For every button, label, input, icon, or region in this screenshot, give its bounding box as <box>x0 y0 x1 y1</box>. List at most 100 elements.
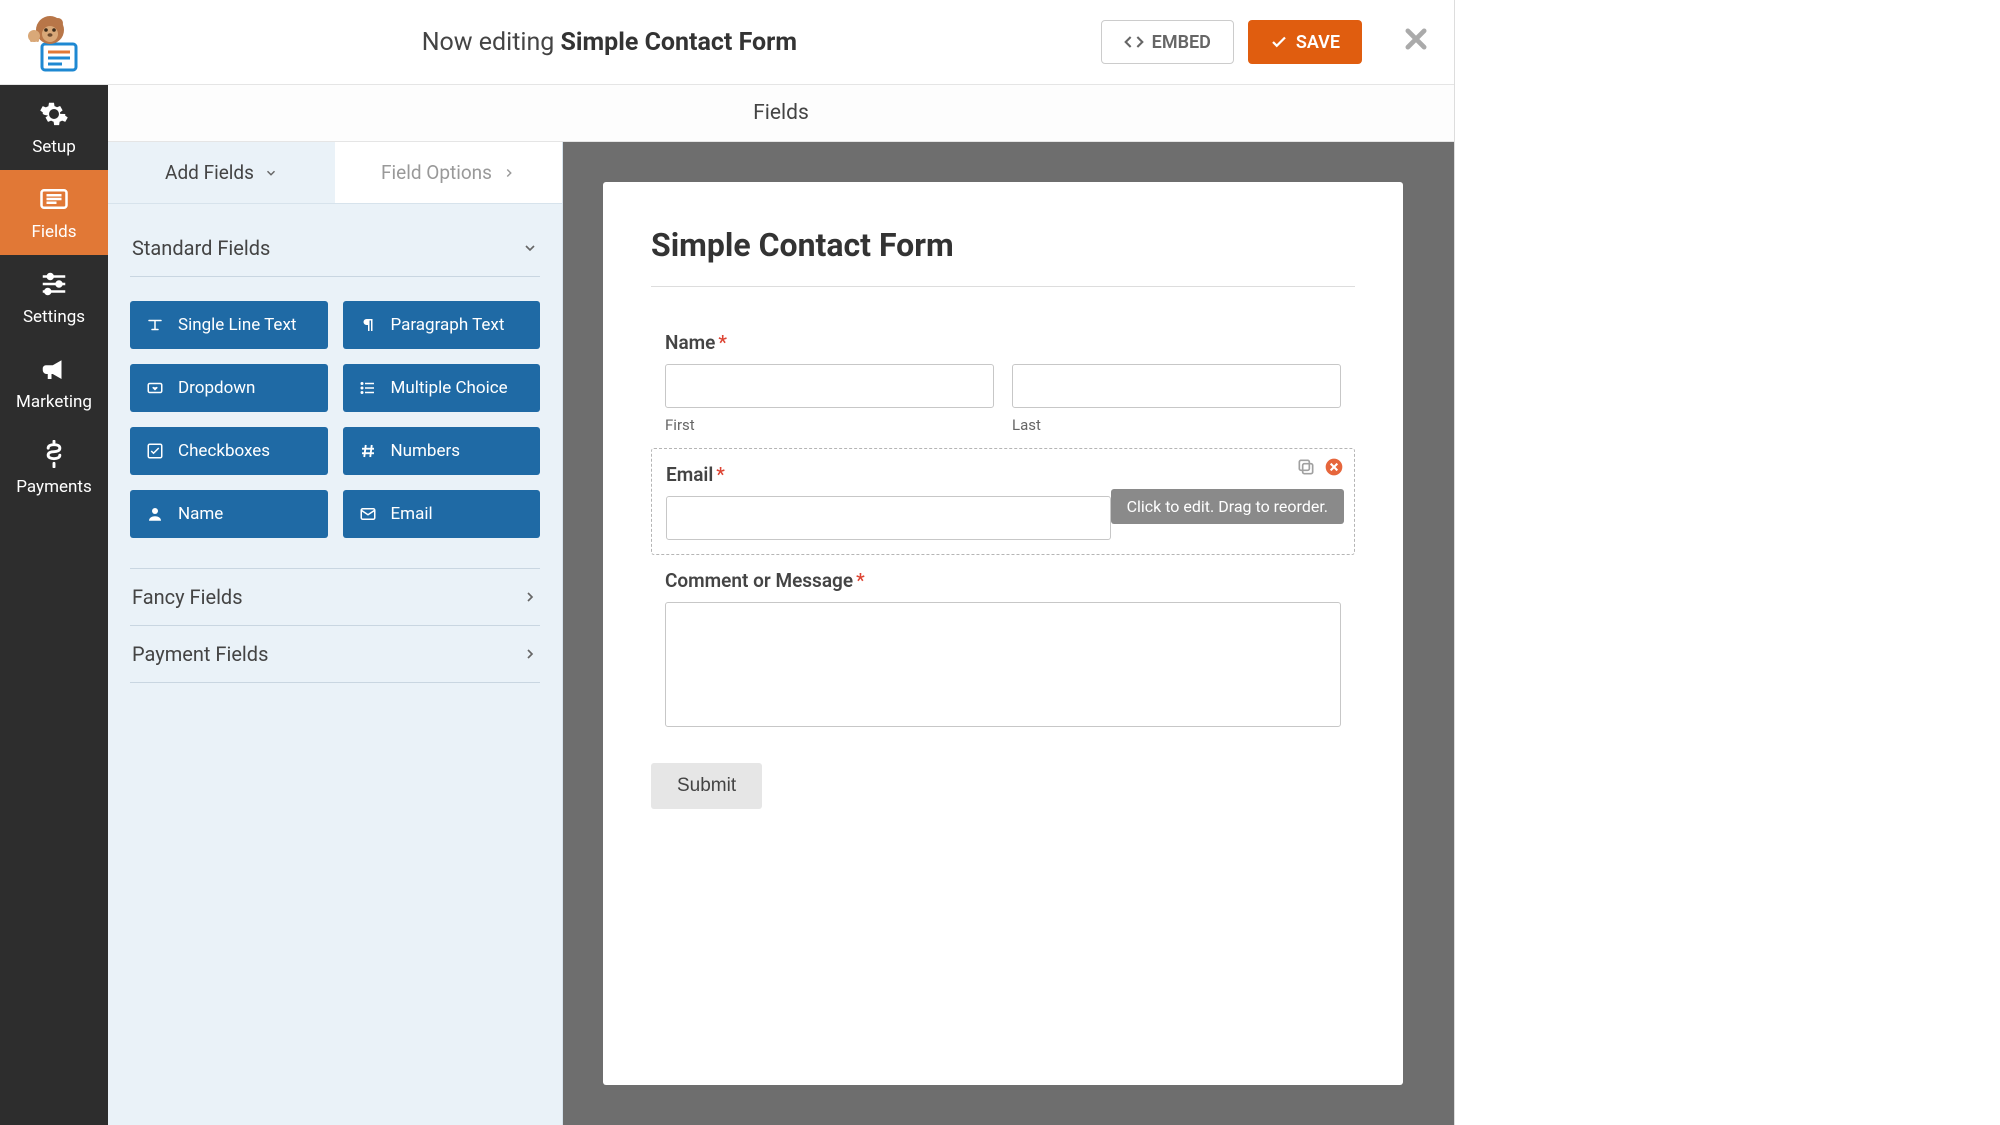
nav-label: Marketing <box>16 392 92 412</box>
last-name-input[interactable] <box>1012 364 1341 408</box>
field-label: Comment or Message* <box>665 569 1341 592</box>
dollar-icon <box>39 439 69 469</box>
sidebar-nav: Setup Fields Settings Marketing Payments <box>0 0 108 1125</box>
field-label: Multiple Choice <box>391 378 508 398</box>
wpforms-logo-icon <box>22 10 86 74</box>
nav-label: Payments <box>16 477 91 497</box>
field-label: Name <box>178 504 223 524</box>
text-icon <box>146 316 164 334</box>
field-paragraph-text[interactable]: Paragraph Text <box>343 301 541 349</box>
app-logo[interactable] <box>0 0 108 85</box>
delete-icon <box>1324 457 1344 477</box>
user-icon <box>146 505 164 523</box>
required-asterisk: * <box>856 569 865 592</box>
editing-prefix: Now editing <box>422 28 561 57</box>
check-icon <box>1270 33 1288 51</box>
required-asterisk: * <box>716 463 725 486</box>
delete-field-button[interactable] <box>1324 457 1344 481</box>
workspace: Add Fields Field Options Standard Fields <box>108 142 1454 1125</box>
nav-setup[interactable]: Setup <box>0 85 108 170</box>
nav-label: Settings <box>23 307 85 327</box>
nav-marketing[interactable]: Marketing <box>0 340 108 425</box>
field-email[interactable]: Email <box>343 490 541 538</box>
required-asterisk: * <box>718 331 727 354</box>
field-multiple-choice[interactable]: Multiple Choice <box>343 364 541 412</box>
field-label: Checkboxes <box>178 441 270 461</box>
nav-settings[interactable]: Settings <box>0 255 108 340</box>
form-canvas[interactable]: Simple Contact Form Name* First <box>563 142 1454 1125</box>
section-fancy-fields[interactable]: Fancy Fields <box>130 569 540 626</box>
chevron-right-icon <box>522 589 538 605</box>
sliders-icon <box>39 269 69 299</box>
chevron-right-icon <box>522 646 538 662</box>
field-checkboxes[interactable]: Checkboxes <box>130 427 328 475</box>
field-label: Email* <box>666 463 1340 486</box>
panel-tabs: Add Fields Field Options <box>108 142 562 204</box>
form-field-name[interactable]: Name* First Last <box>651 317 1355 448</box>
tab-add-fields[interactable]: Add Fields <box>108 142 335 203</box>
field-label: Dropdown <box>178 378 255 398</box>
email-input[interactable] <box>666 496 1111 540</box>
field-label: Numbers <box>391 441 461 461</box>
comment-textarea[interactable] <box>665 602 1341 727</box>
form-icon <box>39 184 69 214</box>
divider <box>651 286 1355 287</box>
save-button[interactable]: SAVE <box>1248 20 1362 64</box>
editing-form-name: Simple Contact Form <box>561 28 797 57</box>
form-preview: Simple Contact Form Name* First <box>603 182 1403 1085</box>
chevron-down-icon <box>522 240 538 256</box>
fields-panel: Add Fields Field Options Standard Fields <box>108 142 563 1125</box>
chevron-down-icon <box>264 166 278 180</box>
field-name[interactable]: Name <box>130 490 328 538</box>
section-standard-fields[interactable]: Standard Fields <box>130 230 540 277</box>
field-label: Single Line Text <box>178 315 296 335</box>
section-label: Standard Fields <box>132 236 270 260</box>
field-tools <box>1296 457 1344 481</box>
sublabel-first: First <box>665 416 994 434</box>
envelope-icon <box>359 505 377 523</box>
paragraph-icon <box>359 316 377 334</box>
section-payment-fields[interactable]: Payment Fields <box>130 626 540 683</box>
embed-button[interactable]: EMBED <box>1101 20 1234 64</box>
sublabel-last: Last <box>1012 416 1341 434</box>
field-dropdown[interactable]: Dropdown <box>130 364 328 412</box>
label-text: Email <box>666 463 713 486</box>
copy-icon <box>1296 457 1316 477</box>
nav-label: Fields <box>31 222 76 242</box>
tab-label: Add Fields <box>165 161 254 184</box>
label-text: Comment or Message <box>665 569 853 592</box>
section-title-bar: Fields <box>108 85 1454 142</box>
form-title[interactable]: Simple Contact Form <box>651 226 1355 264</box>
field-label: Name* <box>665 331 1341 354</box>
submit-button[interactable]: Submit <box>651 763 762 809</box>
nav-fields[interactable]: Fields <box>0 170 108 255</box>
field-label: Email <box>391 504 433 524</box>
right-whitespace <box>1455 0 2000 1125</box>
editing-title: Now editing Simple Contact Form <box>132 28 1087 57</box>
field-tooltip: Click to edit. Drag to reorder. <box>1111 489 1344 524</box>
section-label: Payment Fields <box>132 642 268 666</box>
section-title: Fields <box>753 101 809 125</box>
gear-icon <box>39 99 69 129</box>
nav-payments[interactable]: Payments <box>0 425 108 510</box>
form-field-comment[interactable]: Comment or Message* <box>651 555 1355 745</box>
chevron-right-icon <box>502 166 516 180</box>
label-text: Name <box>665 331 715 354</box>
standard-fields-grid: Single Line Text Paragraph Text Dropdown <box>130 277 540 569</box>
close-button[interactable] <box>1402 22 1430 62</box>
field-label: Paragraph Text <box>391 315 505 335</box>
section-label: Fancy Fields <box>132 585 243 609</box>
field-numbers[interactable]: Numbers <box>343 427 541 475</box>
dropdown-icon <box>146 379 164 397</box>
tab-field-options[interactable]: Field Options <box>335 142 562 203</box>
first-name-input[interactable] <box>665 364 994 408</box>
field-single-line-text[interactable]: Single Line Text <box>130 301 328 349</box>
tab-label: Field Options <box>381 161 492 184</box>
bullhorn-icon <box>39 354 69 384</box>
form-field-email[interactable]: Email* Click to edit. Drag to reorder. <box>651 448 1355 555</box>
duplicate-field-button[interactable] <box>1296 457 1316 481</box>
list-icon <box>359 379 377 397</box>
nav-label: Setup <box>32 137 76 157</box>
save-label: SAVE <box>1296 32 1340 53</box>
close-icon <box>1402 25 1430 53</box>
